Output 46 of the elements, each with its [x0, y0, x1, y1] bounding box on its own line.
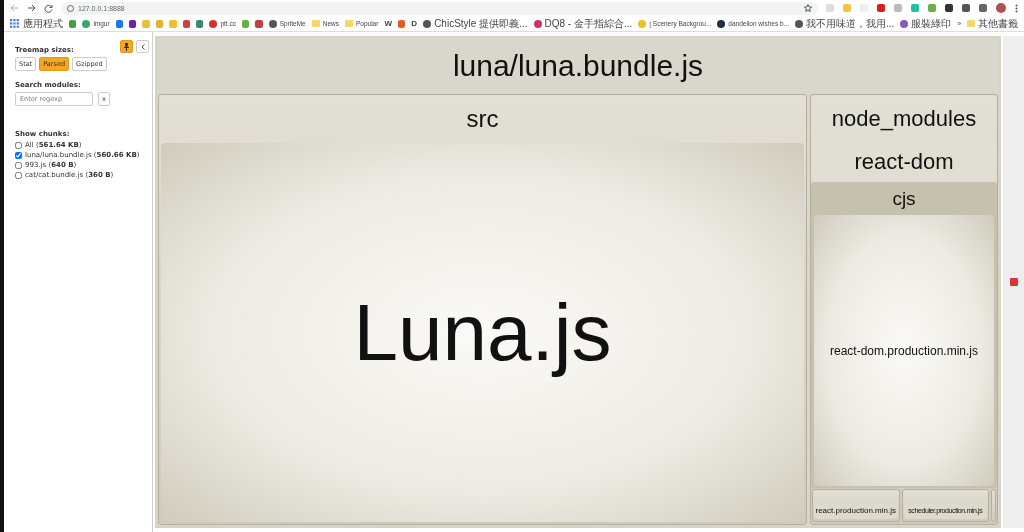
group-label: luna/luna.bundle.js	[451, 48, 705, 84]
star-icon[interactable]	[804, 4, 812, 12]
reload-icon[interactable]	[44, 3, 53, 13]
bookmark-link[interactable]: 服裝綠印	[900, 16, 952, 31]
bookmark-icon[interactable]	[182, 19, 190, 28]
extension-icon[interactable]	[962, 4, 970, 12]
group-label: cjs	[891, 186, 917, 211]
module-tile[interactable]	[991, 489, 996, 522]
bookmark-folder[interactable]: 其他書籤	[967, 16, 1018, 31]
module-tile[interactable]: react-dom.production.min.js	[814, 215, 994, 486]
forward-icon[interactable]	[27, 4, 36, 12]
module-tile[interactable]: Luna.js	[161, 143, 804, 522]
bookmark-link[interactable]: ChicStyle 提供即義...	[423, 16, 528, 31]
info-icon	[67, 4, 74, 12]
pin-button[interactable]	[120, 40, 133, 53]
menu-icon[interactable]	[1015, 3, 1018, 13]
back-icon[interactable]	[10, 4, 19, 12]
bookmark-icon[interactable]	[255, 19, 263, 28]
chunk-checkbox[interactable]	[15, 141, 22, 149]
pin-icon	[124, 42, 129, 51]
bookmark-icon[interactable]	[129, 19, 137, 28]
group-label: src	[465, 104, 500, 134]
bookmark-link[interactable]: DQ8 - 金手指綜合...	[533, 16, 633, 31]
apps-icon	[10, 18, 20, 29]
folder-tile[interactable]: src Luna.js	[158, 94, 807, 525]
bookmark-icon[interactable]	[196, 19, 204, 28]
profile-avatar[interactable]	[996, 3, 1006, 13]
extension-icon[interactable]	[979, 4, 987, 12]
apps-link[interactable]: 應用程式	[10, 16, 63, 31]
bookmark-link[interactable]: W	[384, 19, 392, 28]
bookmark-icon[interactable]	[115, 19, 124, 28]
group-label: node_modules	[830, 104, 978, 133]
bookmark-icon[interactable]	[397, 19, 406, 28]
bookmark-link[interactable]: 我不用味道，我用...	[795, 16, 895, 31]
module-tile[interactable]: react.production.min.js	[812, 489, 900, 522]
chunk-checkbox[interactable]	[15, 151, 22, 159]
collapse-button[interactable]	[136, 40, 149, 53]
chunk-checkbox[interactable]	[15, 171, 22, 179]
folder-tile[interactable]: cjs react-dom.production.min.js	[811, 182, 997, 488]
group-label: react-dom	[853, 148, 955, 176]
chunk-checkbox[interactable]	[15, 161, 22, 169]
chevron-left-icon	[140, 43, 145, 50]
extension-icon[interactable]	[945, 4, 953, 12]
bookmark-link[interactable]: D	[411, 19, 418, 28]
sidebar-toggle-icon[interactable]	[1009, 277, 1018, 287]
extension-icon[interactable]	[877, 4, 885, 12]
